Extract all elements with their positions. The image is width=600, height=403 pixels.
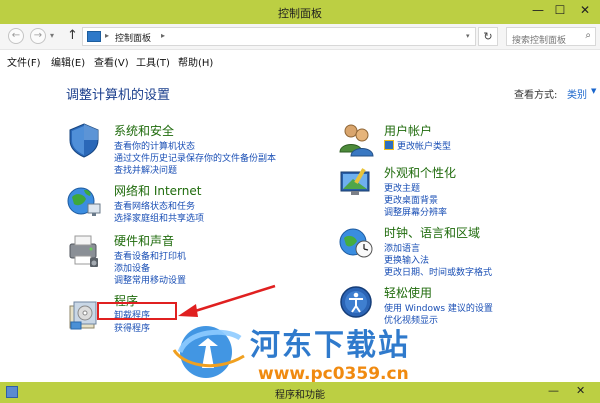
- forward-button[interactable]: →: [30, 28, 46, 44]
- link-homegroup[interactable]: 选择家庭组和共享选项: [114, 211, 204, 224]
- content-area: 调整计算机的设置 查看方式: 类别 ▼ 系统和安全 查看你的计算机状态 通过文件…: [0, 70, 600, 384]
- link-screen-resolution[interactable]: 调整屏幕分辨率: [384, 205, 447, 218]
- chevron-down-icon[interactable]: ▼: [591, 87, 596, 95]
- breadcrumb-control-panel[interactable]: 控制面板: [115, 31, 151, 44]
- uac-shield-icon: [384, 140, 394, 150]
- minimize-button[interactable]: —: [526, 0, 550, 20]
- link-change-date-format[interactable]: 更改日期、时间或数字格式: [384, 265, 492, 278]
- window-title: 控制面板: [278, 7, 322, 20]
- menu-bar: 文件(F) 编辑(E) 查看(V) 工具(T) 帮助(H): [0, 50, 600, 70]
- category-title[interactable]: 轻松使用: [384, 284, 432, 301]
- category-title[interactable]: 外观和个性化: [384, 164, 456, 181]
- address-dropdown-icon[interactable]: ▾: [466, 32, 470, 40]
- address-bar: ← → ▾ ↑ ▸ 控制面板 ▸ ▾ ↻ ⌕: [0, 24, 600, 50]
- site-logo-icon: [172, 326, 245, 378]
- appearance-icon[interactable]: [338, 164, 374, 200]
- annotation-highlight-box: [97, 302, 177, 320]
- menu-help[interactable]: 帮助(H): [178, 54, 213, 69]
- category-title[interactable]: 系统和安全: [114, 122, 174, 139]
- watermark-title: 河东下载站: [250, 328, 410, 363]
- users-icon[interactable]: [338, 122, 374, 158]
- menu-edit[interactable]: 编辑(E): [51, 54, 85, 69]
- close-button[interactable]: ✕: [576, 384, 585, 397]
- title-bar: 控制面板 — ☐ ✕: [0, 0, 600, 24]
- address-field[interactable]: ▸ 控制面板 ▸ ▾: [82, 27, 476, 46]
- menu-file[interactable]: 文件(F): [7, 54, 41, 69]
- programs-features-titlebar: 程序和功能 — ✕: [0, 382, 600, 403]
- link-change-account-type[interactable]: 更改帐户类型: [397, 139, 451, 152]
- search-box[interactable]: ⌕: [506, 27, 596, 50]
- watermark-url: www.pc0359.cn: [258, 364, 409, 384]
- category-title[interactable]: 时钟、语言和区域: [384, 224, 480, 241]
- control-panel-window: 控制面板 — ☐ ✕ ← → ▾ ↑ ▸ 控制面板 ▸ ▾ ↻ ⌕ 文件(F) …: [0, 0, 600, 403]
- close-button[interactable]: ✕: [570, 0, 600, 20]
- back-button[interactable]: ←: [8, 28, 24, 44]
- breadcrumb-separator[interactable]: ▸: [161, 31, 165, 40]
- page-title: 调整计算机的设置: [66, 88, 171, 103]
- ease-of-access-icon[interactable]: [338, 284, 374, 320]
- up-button[interactable]: ↑: [67, 28, 78, 43]
- search-icon[interactable]: ⌕: [585, 30, 591, 41]
- printer-icon[interactable]: [66, 232, 102, 268]
- programs-features-title: 程序和功能: [275, 390, 325, 401]
- category-title[interactable]: 网络和 Internet: [114, 182, 201, 199]
- category-title[interactable]: 用户帐户: [384, 122, 432, 139]
- shield-icon[interactable]: [66, 122, 102, 158]
- recent-locations-dropdown[interactable]: ▾: [50, 31, 54, 40]
- link-troubleshoot[interactable]: 查找并解决问题: [114, 163, 177, 176]
- network-icon[interactable]: [66, 182, 102, 218]
- category-title[interactable]: 硬件和声音: [114, 232, 174, 249]
- minimize-button[interactable]: —: [548, 384, 559, 397]
- search-input[interactable]: [507, 32, 579, 50]
- maximize-button[interactable]: ☐: [548, 0, 572, 20]
- menu-view[interactable]: 查看(V): [94, 54, 129, 69]
- breadcrumb-separator[interactable]: ▸: [105, 31, 109, 40]
- annotation-arrow-icon: [178, 284, 276, 317]
- view-by-dropdown[interactable]: 类别: [567, 86, 587, 101]
- view-by-label: 查看方式:: [514, 90, 558, 101]
- refresh-button[interactable]: ↻: [478, 27, 498, 46]
- control-panel-icon: [87, 31, 101, 42]
- menu-tools[interactable]: 工具(T): [136, 54, 170, 69]
- clock-globe-icon[interactable]: [338, 224, 374, 260]
- link-get-programs[interactable]: 获得程序: [114, 321, 150, 334]
